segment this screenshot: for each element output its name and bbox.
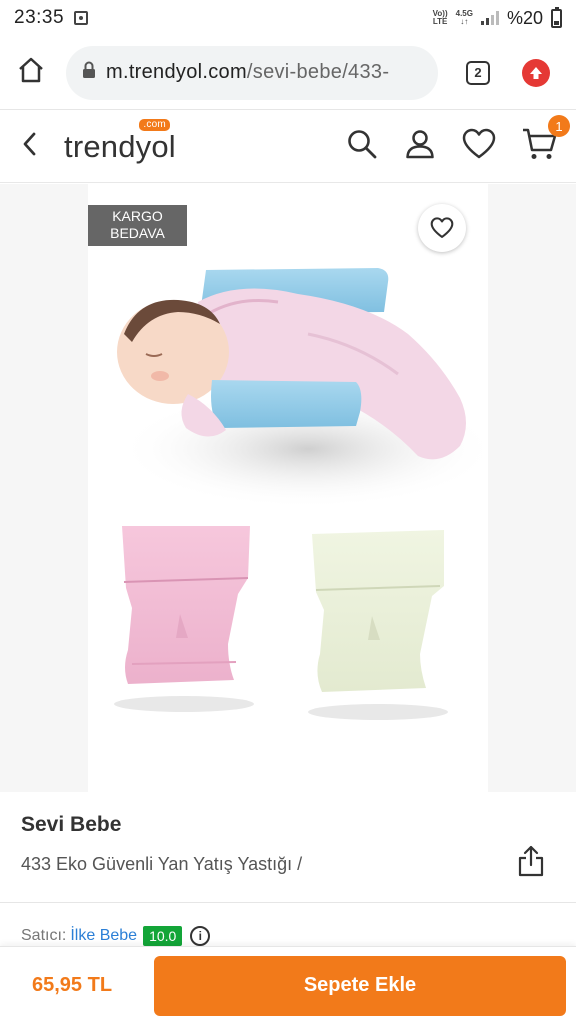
battery-percent: %20 xyxy=(506,7,543,28)
seller-score-badge: 10.0 xyxy=(143,926,183,946)
product-name: 433 Eko Güvenli Yan Yatış Yastığı / xyxy=(21,854,303,874)
status-time: 23:35 xyxy=(14,7,65,28)
seller-name-link[interactable]: İlke Bebe xyxy=(70,927,137,945)
battery-icon xyxy=(551,6,562,28)
seller-row: Satıcı: İlke Bebe 10.0 i xyxy=(21,926,211,946)
speed-bottom: ↓↑ xyxy=(460,17,469,26)
browser-toolbar: m.trendyol.com/sevi-bebe/433- 2 xyxy=(0,36,576,110)
share-icon[interactable] xyxy=(518,845,544,882)
volte-bottom: LTE xyxy=(432,17,448,26)
badge-line-2: BEDAVA xyxy=(110,225,165,241)
add-to-favorites-button[interactable] xyxy=(418,204,466,252)
url-domain: m.trendyol.com xyxy=(106,61,247,83)
home-icon[interactable] xyxy=(16,55,46,90)
notification-icon xyxy=(74,11,89,25)
seller-label: Satıcı: xyxy=(21,927,67,944)
site-header: trendyol .com 1 xyxy=(0,111,576,183)
tab-switcher-button[interactable]: 2 xyxy=(466,60,490,85)
free-shipping-badge: KARGO BEDAVA xyxy=(88,205,187,246)
product-info: Sevi Bebe 433 Eko Güvenli Yan Yatış Yast… xyxy=(0,793,576,903)
product-image-area[interactable]: KARGO BEDAVA xyxy=(0,184,576,792)
status-indicators: Vo)) LTE 4.5G ↓↑ %20 xyxy=(433,6,562,29)
url-text: m.trendyol.com/sevi-bebe/433- xyxy=(106,61,389,84)
info-icon[interactable]: i xyxy=(190,926,211,946)
add-to-cart-button[interactable]: Sepete Ekle xyxy=(154,955,566,1016)
badge-line-1: KARGO xyxy=(112,208,163,224)
product-brand[interactable]: Sevi Bebe xyxy=(21,813,555,837)
signal-icon xyxy=(480,11,499,25)
data-speed-indicator: 4.5G ↓↑ xyxy=(456,10,473,26)
logo-text: trendyol xyxy=(64,128,176,164)
search-icon[interactable] xyxy=(346,128,378,165)
update-icon[interactable] xyxy=(522,58,550,87)
logo-suffix: .com xyxy=(139,118,170,131)
product-photo[interactable] xyxy=(88,184,498,792)
url-field[interactable]: m.trendyol.com/sevi-bebe/433- xyxy=(66,45,438,100)
volte-indicator: Vo)) LTE xyxy=(433,10,448,26)
back-icon[interactable] xyxy=(18,129,42,164)
url-path: /sevi-bebe/433- xyxy=(246,61,390,83)
lock-icon xyxy=(82,61,96,84)
product-price: 65,95 TL xyxy=(32,974,113,996)
status-bar: 23:35 Vo)) LTE 4.5G ↓↑ %20 xyxy=(0,0,576,36)
trendyol-logo[interactable]: trendyol .com xyxy=(64,118,176,165)
favorites-icon[interactable] xyxy=(462,128,496,165)
header-actions: 1 xyxy=(346,115,570,166)
bottom-action-bar: 65,95 TL Sepete Ekle xyxy=(0,946,576,1024)
cart-count-badge: 1 xyxy=(548,115,570,137)
cart-button[interactable]: 1 xyxy=(522,115,570,166)
heart-icon xyxy=(430,217,454,238)
account-icon[interactable] xyxy=(404,128,436,165)
